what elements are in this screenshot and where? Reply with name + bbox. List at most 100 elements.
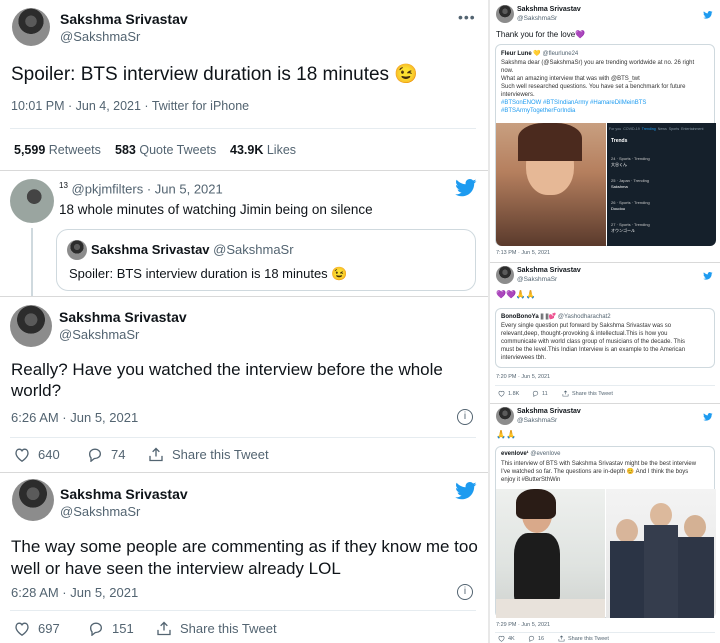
more-icon[interactable]: ••• <box>458 9 476 25</box>
reply-button[interactable]: 16 <box>528 635 544 642</box>
trends-title: Trends <box>611 138 628 144</box>
trends-tab: Sports <box>668 127 680 131</box>
quoted-line: I've watched so far. The questions are i… <box>501 469 689 475</box>
author-handle[interactable]: @SakshmaSr <box>517 15 557 22</box>
like-button[interactable]: 1.8K <box>498 390 519 397</box>
share-button[interactable]: Share this Tweet <box>156 621 277 636</box>
thread-line <box>31 228 33 296</box>
reply-tweet[interactable]: 13 @pkjmfilters · Jun 5, 2021 18 whole m… <box>0 172 488 296</box>
quoted-line: interviewers. <box>501 92 535 98</box>
avatar[interactable] <box>12 479 54 521</box>
interview-photo[interactable] <box>606 489 716 618</box>
quoted-handle: @evenlove <box>530 451 561 457</box>
quoted-tweet[interactable]: BonoBonoYa || ||💕 @Yashodharachat2 Every… <box>495 308 715 368</box>
share-label: Share this Tweet <box>572 390 613 397</box>
trends-tabs: For you COVID-19 Trending News Sports En… <box>609 127 704 131</box>
divider <box>10 610 476 611</box>
info-icon[interactable]: i <box>457 584 473 600</box>
reply-badge: 13 <box>59 181 68 190</box>
quoted-line: #BTSArmyTogetherForIndia <box>501 108 576 114</box>
quoted-line: Such well researched questions. You have… <box>501 84 686 90</box>
author-handle[interactable]: @SakshmaSr <box>60 504 140 519</box>
tweet-text: The way some people are commenting as if… <box>11 537 478 578</box>
like-button[interactable]: 697 <box>14 621 60 636</box>
embedded-tweet-1[interactable]: Sakshma Srivastav @SakshmaSr Thank you f… <box>490 0 720 262</box>
quoted-tweet[interactable]: evenlove¹ @evenlove This interview of BT… <box>495 446 716 618</box>
author-handle[interactable]: @SakshmaSr <box>59 327 139 342</box>
author-handle[interactable]: @SakshmaSr <box>517 417 557 424</box>
share-label: Share this Tweet <box>568 635 609 642</box>
tweet-text: Really? Have you watched the interview b… <box>11 360 443 400</box>
reply-button[interactable]: 151 <box>88 621 134 636</box>
share-icon <box>157 621 171 636</box>
quoted-name: Sakshma Srivastav <box>91 242 210 257</box>
reply-button[interactable]: 74 <box>87 447 125 462</box>
avatar[interactable] <box>496 407 514 425</box>
tweet-meta: 7:29 PM · Jun 5, 2021 <box>496 622 551 628</box>
retweets-count: 5,599 <box>14 143 46 157</box>
quoted-header: Fleur Lune 💛 @fleurlune24 <box>501 50 578 57</box>
quoted-text: This interview of BTS with Sakshma Sriva… <box>501 460 713 484</box>
interview-photo[interactable] <box>496 489 605 618</box>
embedded-tweet-2[interactable]: Sakshma Srivastav @SakshmaSr 💜💜🙏🙏 BonoBo… <box>490 263 720 403</box>
avatar[interactable] <box>496 5 514 23</box>
reply-tweet-3: Sakshma Srivastav @SakshmaSr The way som… <box>0 473 488 643</box>
author-handle[interactable]: @SakshmaSr <box>517 276 557 283</box>
heart-icon <box>498 635 505 642</box>
right-column: Sakshma Srivastav @SakshmaSr Thank you f… <box>490 0 720 643</box>
author-name[interactable]: Sakshma Srivastav <box>59 309 187 325</box>
like-button[interactable]: 640 <box>14 447 60 462</box>
likes-label: Likes <box>266 143 297 157</box>
share-icon <box>149 447 163 462</box>
share-label: Share this Tweet <box>172 447 269 462</box>
divider <box>10 128 476 129</box>
tweet-meta: 6:26 AM · Jun 5, 2021 <box>11 410 139 425</box>
retweets-label: Retweets <box>48 143 101 157</box>
avatar[interactable] <box>12 8 50 46</box>
quoted-tweet[interactable]: Fleur Lune 💛 @fleurlune24 Sakshma dear (… <box>495 44 716 246</box>
author-name[interactable]: Sakshma Srivastav <box>517 408 581 415</box>
reply-handle-time[interactable]: @pkjmfilters · Jun 5, 2021 <box>72 181 223 196</box>
quoted-header: Sakshma Srivastav @SakshmaSr <box>91 242 294 257</box>
avatar[interactable] <box>10 179 54 223</box>
author-name[interactable]: Sakshma Srivastav <box>60 11 188 27</box>
quoted-text: Sakshma dear (@SakshmaSr) you are trendi… <box>501 59 713 115</box>
author-name[interactable]: Sakshma Srivastav <box>517 6 581 13</box>
trend-meta: 24 · Sports · Trending <box>611 156 650 161</box>
share-button[interactable]: Share this Tweet <box>562 390 613 397</box>
quoted-line: must be the level.This Indian Interview … <box>501 347 686 353</box>
share-icon <box>558 635 565 642</box>
quoted-handle: @SakshmaSr <box>213 242 294 257</box>
trends-screenshot[interactable]: For you COVID-19 Trending News Sports En… <box>607 123 716 246</box>
heart-icon <box>15 448 29 462</box>
info-icon[interactable]: i <box>457 409 473 425</box>
divider <box>495 632 715 633</box>
main-tweet: Sakshma Srivastav @SakshmaSr ••• Spoiler… <box>0 0 488 170</box>
reply-count: 74 <box>111 447 126 462</box>
like-count: 640 <box>38 447 60 462</box>
like-count: 4K <box>508 635 515 642</box>
embedded-tweet-3[interactable]: Sakshma Srivastav @SakshmaSr 🙏🙏 evenlove… <box>490 404 720 643</box>
quoted-name: Fleur Lune 💛 <box>501 51 541 57</box>
trends-tab: Entertainment <box>681 127 704 131</box>
avatar[interactable] <box>10 305 52 347</box>
author-name[interactable]: Sakshma Srivastav <box>517 267 581 274</box>
interview-photo[interactable] <box>496 123 606 246</box>
quoted-tweet[interactable]: Sakshma Srivastav @SakshmaSr Spoiler: BT… <box>56 229 476 291</box>
author-name[interactable]: Sakshma Srivastav <box>60 486 188 502</box>
twitter-bird-icon <box>455 482 477 505</box>
quotes-stat[interactable]: 583 Quote Tweets <box>115 143 216 157</box>
reply-button[interactable]: 11 <box>532 390 548 397</box>
trend-name: オウンゴール <box>611 228 635 233</box>
avatar[interactable] <box>496 266 514 284</box>
avatar <box>67 240 87 260</box>
trend-meta: 25 · Japan · Trending <box>611 178 650 183</box>
likes-stat[interactable]: 43.9K Likes <box>230 143 296 157</box>
trend-name: Sakshma <box>611 184 628 189</box>
author-handle[interactable]: @SakshmaSr <box>60 29 140 44</box>
quoted-line: What an amazing interview that was with … <box>501 76 640 82</box>
retweets-stat[interactable]: 5,599 Retweets <box>14 143 101 157</box>
like-button[interactable]: 4K <box>498 635 515 642</box>
share-button[interactable]: Share this Tweet <box>148 447 269 462</box>
share-button[interactable]: Share this Tweet <box>558 635 609 642</box>
